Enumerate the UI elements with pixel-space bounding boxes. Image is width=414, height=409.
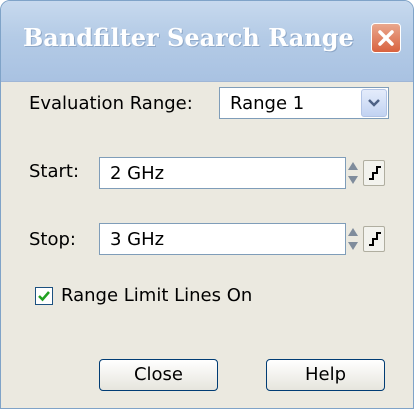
start-input[interactable]: 2 GHz <box>110 163 335 184</box>
evaluation-range-dropdown[interactable]: Range 1 <box>219 87 389 119</box>
range-limit-lines-checkbox[interactable] <box>35 287 53 305</box>
close-x-icon[interactable] <box>371 23 401 53</box>
stop-label: Stop: <box>29 229 76 250</box>
stop-input[interactable]: 3 GHz <box>110 229 335 250</box>
start-field[interactable]: 2 GHz <box>99 157 346 189</box>
spinner-down-arrow-icon[interactable] <box>348 242 358 250</box>
evaluation-range-value: Range 1 <box>230 93 305 114</box>
step-icon <box>369 232 381 246</box>
spinner-down-arrow-icon[interactable] <box>348 176 358 184</box>
start-label: Start: <box>29 161 80 182</box>
step-icon <box>369 166 381 180</box>
checkmark-icon <box>38 291 50 302</box>
chevron-down-icon[interactable] <box>361 89 387 117</box>
stop-spinner-arrows-icon[interactable] <box>346 223 360 255</box>
help-button[interactable]: Help <box>266 359 385 391</box>
stop-field[interactable]: 3 GHz <box>99 223 346 255</box>
close-button[interactable]: Close <box>99 359 218 391</box>
start-spinner-arrows-icon[interactable] <box>346 157 360 189</box>
evaluation-range-label: Evaluation Range: <box>29 93 193 114</box>
spinner-up-arrow-icon[interactable] <box>348 162 358 170</box>
range-limit-lines-label[interactable]: Range Limit Lines On <box>61 285 252 306</box>
stop-step-button[interactable] <box>363 226 385 252</box>
title-bar[interactable]: Bandfilter Search Range <box>1 1 413 82</box>
start-step-button[interactable] <box>363 160 385 186</box>
dialog-window: Bandfilter Search Range Evaluation Range… <box>0 0 414 409</box>
window-title: Bandfilter Search Range <box>23 23 354 52</box>
spinner-up-arrow-icon[interactable] <box>348 228 358 236</box>
